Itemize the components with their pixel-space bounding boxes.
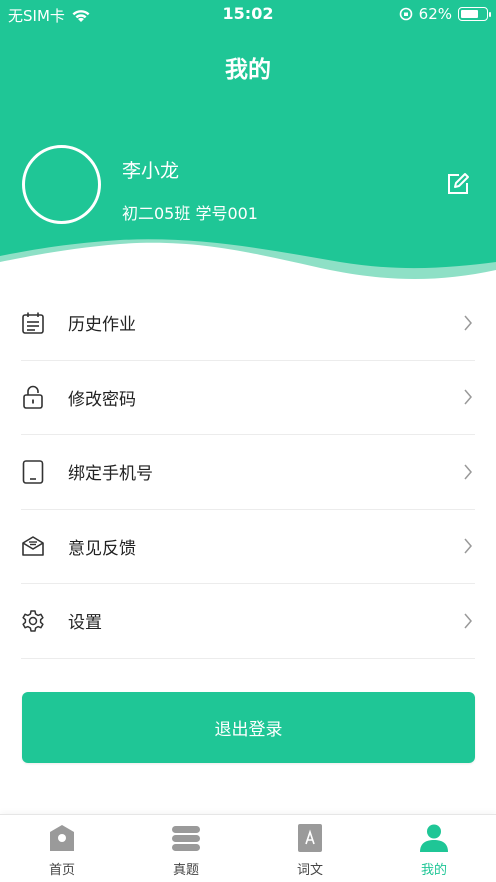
menu-item-label: 修改密码 <box>68 389 136 410</box>
chevron-right-icon <box>464 538 472 554</box>
tab-label: 首页 <box>48 863 75 878</box>
tab-exam-papers[interactable]: 真题 <box>124 815 248 882</box>
carrier-label: 无SIM卡 <box>8 7 65 25</box>
orientation-lock-icon <box>399 7 412 21</box>
calendar-icon <box>22 312 44 334</box>
menu-item-settings[interactable]: 设置 <box>21 584 475 659</box>
logout-button[interactable]: 退出登录 <box>22 692 475 763</box>
user-name: 李小龙 <box>122 160 180 182</box>
chevron-right-icon <box>464 613 472 629</box>
menu-item-bind-phone[interactable]: 绑定手机号 <box>21 435 475 510</box>
chevron-right-icon <box>464 464 472 480</box>
home-icon <box>50 825 74 851</box>
tab-label: 我的 <box>420 863 447 878</box>
person-icon <box>420 824 448 852</box>
layers-icon <box>172 826 200 851</box>
menu-item-change-password[interactable]: 修改密码 <box>21 361 475 435</box>
chevron-right-icon <box>464 389 472 405</box>
wifi-icon <box>72 9 90 22</box>
tab-home[interactable]: 首页 <box>0 815 124 882</box>
book-icon <box>298 824 322 852</box>
menu-item-feedback[interactable]: 意见反馈 <box>21 510 475 584</box>
tab-mine[interactable]: 我的 <box>372 815 496 882</box>
profile-header: 无SIM卡 15:02 62% 我的 李小龙 初二05班 学号001 <box>0 0 496 290</box>
settings-menu: 历史作业 修改密码 绑定手机号 意见反馈 设置 <box>21 286 475 659</box>
gear-icon <box>22 610 44 632</box>
tab-label: 真题 <box>172 863 199 878</box>
page-title: 我的 <box>225 57 271 83</box>
avatar[interactable] <box>22 145 101 224</box>
tab-vocabulary[interactable]: 词文 <box>248 815 372 882</box>
phone-icon <box>22 459 44 484</box>
mail-icon <box>22 536 44 557</box>
user-class-info: 初二05班 学号001 <box>122 204 258 223</box>
battery-icon <box>458 7 491 21</box>
menu-item-history[interactable]: 历史作业 <box>21 286 475 361</box>
menu-item-label: 历史作业 <box>68 315 136 336</box>
menu-item-label: 绑定手机号 <box>68 464 153 485</box>
status-bar: 无SIM卡 15:02 62% <box>0 0 496 28</box>
menu-item-label: 设置 <box>68 613 102 634</box>
battery-percent: 62% <box>418 5 452 23</box>
menu-item-label: 意见反馈 <box>68 538 136 559</box>
chevron-right-icon <box>464 315 472 331</box>
header-wave-background <box>0 0 496 279</box>
lock-icon <box>23 386 43 410</box>
edit-icon[interactable] <box>446 172 470 196</box>
tab-label: 词文 <box>296 863 323 878</box>
tab-bar: 首页 真题 词文 我的 <box>0 814 496 882</box>
